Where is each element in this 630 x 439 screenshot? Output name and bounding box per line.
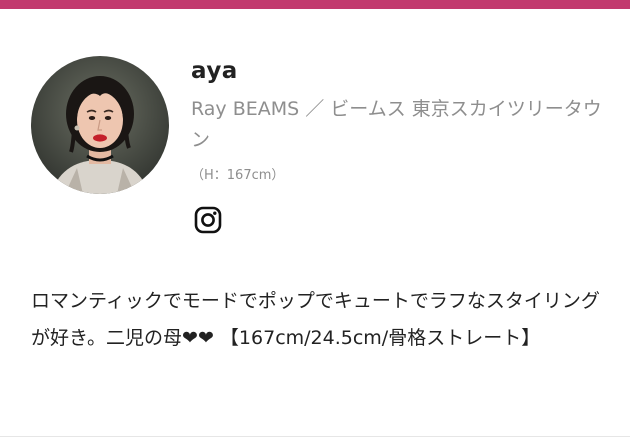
divider — [0, 436, 630, 437]
profile-name: aya — [191, 58, 238, 84]
avatar — [31, 56, 169, 194]
instagram-icon — [194, 206, 222, 234]
top-accent-bar — [0, 0, 630, 9]
profile-bio: ロマンティックでモードでポップでキュートでラフなスタイリングが好き。二児の母❤❤… — [31, 290, 600, 349]
shop-name: Ray BEAMS ／ ビームス 東京スカイツリータウン — [191, 98, 602, 151]
height-info: （H：167cm） — [191, 168, 285, 183]
instagram-link[interactable] — [193, 205, 223, 235]
